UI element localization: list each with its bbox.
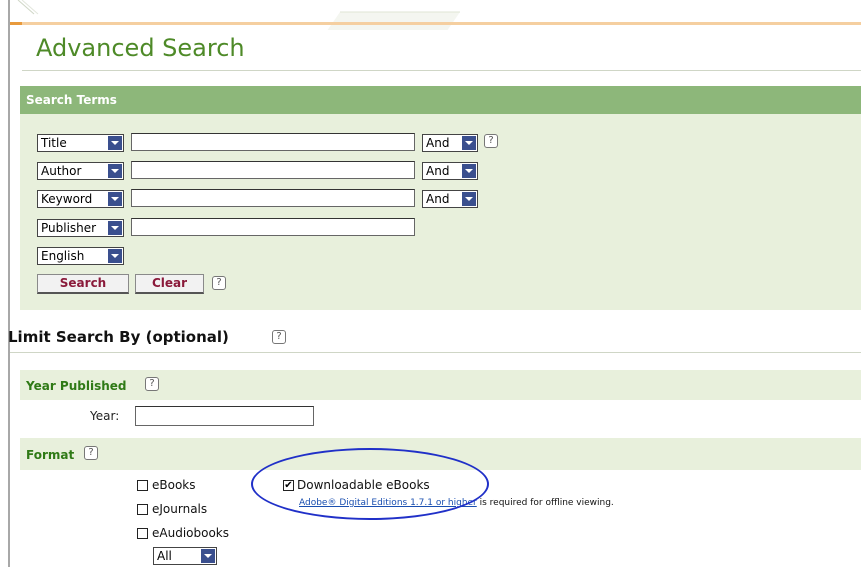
header-decoration: [17, 0, 460, 30]
dropdown-arrow-icon: [108, 221, 122, 235]
offline-viewing-text: is required for offline viewing.: [476, 498, 614, 508]
field-select-keyword[interactable]: Keyword: [37, 190, 124, 208]
title-divider: [22, 70, 861, 71]
checkbox-icon[interactable]: [137, 504, 148, 515]
checkbox-icon[interactable]: [137, 480, 148, 491]
search-term-input-2[interactable]: [131, 161, 415, 179]
dropdown-arrow-icon: [108, 249, 122, 263]
dropdown-arrow-icon: [462, 136, 476, 150]
search-term-input-3[interactable]: [131, 189, 415, 207]
audiobook-format-select[interactable]: All: [153, 547, 217, 565]
dropdown-arrow-icon: [201, 549, 215, 563]
year-field-label: Year:: [90, 409, 120, 423]
annotation-circle: [251, 448, 489, 520]
format-option-ejournals: eJournals: [152, 502, 208, 516]
operator-select-3[interactable]: And: [422, 190, 478, 208]
operator-select-1[interactable]: And: [422, 134, 478, 152]
help-icon[interactable]: ?: [484, 134, 498, 148]
operator-select-label: And: [426, 164, 450, 178]
help-icon[interactable]: ?: [272, 330, 286, 344]
checkbox-icon[interactable]: [137, 528, 148, 539]
format-option-eaudiobooks: eAudiobooks: [152, 526, 229, 540]
field-select-publisher[interactable]: Publisher: [37, 219, 124, 237]
clear-button[interactable]: Clear: [135, 274, 204, 294]
dropdown-arrow-icon: [462, 164, 476, 178]
search-term-input-4[interactable]: [131, 218, 415, 236]
search-button[interactable]: Search: [37, 274, 129, 294]
search-term-input-1[interactable]: [131, 133, 415, 151]
limit-section-title: Limit Search By (optional): [8, 328, 229, 346]
format-option-ebooks: eBooks: [152, 478, 196, 492]
year-published-label: Year Published: [26, 379, 127, 393]
dropdown-arrow-icon: [108, 164, 122, 178]
field-select-author[interactable]: Author: [37, 162, 124, 180]
operator-select-label: And: [426, 136, 450, 150]
format-label: Format: [26, 448, 75, 462]
operator-select-2[interactable]: And: [422, 162, 478, 180]
search-terms-header: Search Terms: [20, 86, 861, 114]
header-accent: [10, 22, 22, 25]
header-stripe: [10, 22, 861, 25]
language-select-label: English: [41, 249, 85, 263]
page-title: Advanced Search: [36, 34, 245, 62]
help-icon[interactable]: ?: [212, 276, 226, 290]
help-icon[interactable]: ?: [84, 446, 98, 460]
help-icon[interactable]: ?: [145, 377, 159, 391]
limit-divider: [10, 352, 861, 353]
field-select-label: Title: [41, 136, 67, 150]
field-select-label: Author: [41, 164, 82, 178]
dropdown-arrow-icon: [108, 136, 122, 150]
field-select-title[interactable]: Title: [37, 134, 124, 152]
year-input[interactable]: [135, 406, 314, 426]
page-left-border: [8, 0, 10, 567]
field-select-label: Keyword: [41, 192, 93, 206]
field-select-label: Publisher: [41, 221, 97, 235]
dropdown-arrow-icon: [462, 192, 476, 206]
audiobook-select-label: All: [157, 549, 172, 563]
language-select[interactable]: English: [37, 247, 124, 265]
dropdown-arrow-icon: [108, 192, 122, 206]
operator-select-label: And: [426, 192, 450, 206]
